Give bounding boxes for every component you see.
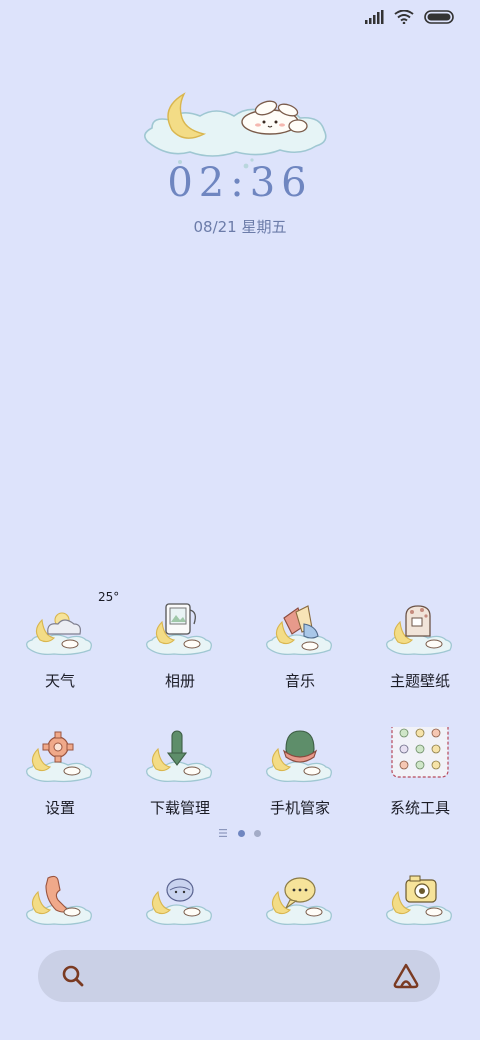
clock-time: 02:36 xyxy=(167,160,313,206)
moon-bunny-cloud-icon xyxy=(144,92,327,169)
dock-camera[interactable] xyxy=(360,870,480,930)
clock-date: 08/21 星期五 xyxy=(193,218,287,236)
app-label: 手机管家 xyxy=(269,799,330,817)
wifi-icon xyxy=(394,10,414,24)
dock xyxy=(0,870,480,930)
page-indicator[interactable] xyxy=(0,829,480,837)
app-label: 主题壁纸 xyxy=(389,672,450,690)
dock-messages[interactable] xyxy=(240,870,360,930)
app-settings[interactable]: 设置 xyxy=(0,727,120,818)
search-bar[interactable] xyxy=(38,950,440,1002)
app-system-tools-folder[interactable]: 系统工具 xyxy=(360,727,480,818)
app-weather[interactable]: 25° 天气 xyxy=(0,590,120,691)
app-themes[interactable]: 主题壁纸 xyxy=(360,600,480,691)
app-grid-row-2: 设置 下载管理 手机管家 系统工具 xyxy=(0,727,480,818)
app-grid-row-1: 25° 天气 相册 音乐 主题壁纸 xyxy=(0,590,480,691)
battery-icon xyxy=(424,10,454,24)
app-label: 系统工具 xyxy=(389,799,450,817)
weather-icon xyxy=(24,600,96,660)
dock-phone[interactable] xyxy=(0,870,120,930)
app-music[interactable]: 音乐 xyxy=(240,600,360,691)
settings-icon xyxy=(24,727,96,787)
status-bar xyxy=(364,10,454,24)
tools-folder-icon xyxy=(384,727,456,787)
contacts-icon xyxy=(144,870,216,930)
app-label: 设置 xyxy=(44,799,75,817)
dock-contacts[interactable] xyxy=(120,870,240,930)
app-label: 相册 xyxy=(164,672,195,690)
music-icon xyxy=(264,600,336,660)
app-security[interactable]: 手机管家 xyxy=(240,727,360,818)
gallery-icon xyxy=(144,600,216,660)
app-gallery[interactable]: 相册 xyxy=(120,600,240,691)
clock-widget[interactable]: 02:36 08/21 星期五 xyxy=(0,78,480,248)
app-downloads[interactable]: 下载管理 xyxy=(120,727,240,818)
assistant-icon[interactable] xyxy=(392,962,420,990)
phone-icon xyxy=(24,870,96,930)
page-dot[interactable] xyxy=(254,829,261,837)
app-label: 天气 xyxy=(44,672,75,690)
camera-icon xyxy=(384,870,456,930)
themes-icon xyxy=(384,600,456,660)
signal-icon xyxy=(365,10,384,24)
weather-temperature: 25° xyxy=(98,590,120,604)
app-label: 音乐 xyxy=(284,672,315,690)
security-icon xyxy=(264,727,336,787)
page-dot-active[interactable] xyxy=(238,829,245,837)
menu-lines-icon xyxy=(219,829,227,837)
download-icon xyxy=(144,727,216,787)
messages-icon xyxy=(264,870,336,930)
app-label: 下载管理 xyxy=(149,799,210,817)
search-icon[interactable] xyxy=(60,963,86,989)
